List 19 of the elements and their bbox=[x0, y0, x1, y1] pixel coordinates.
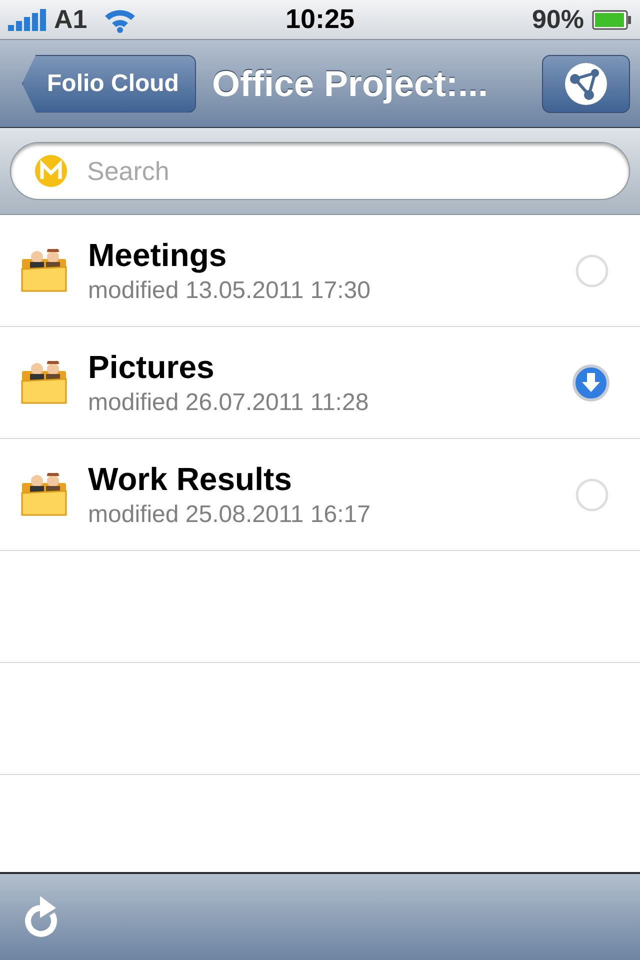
download-icon[interactable] bbox=[572, 364, 610, 402]
network-icon bbox=[563, 60, 609, 106]
share-button[interactable] bbox=[542, 54, 630, 112]
modified-date: modified 25.08.2011 16:17 bbox=[88, 500, 370, 530]
folder-name: Pictures bbox=[88, 348, 216, 386]
folder-name: Work Results bbox=[88, 460, 293, 498]
folder-icon bbox=[20, 472, 68, 516]
back-button[interactable]: Folio Cloud bbox=[22, 54, 196, 112]
battery-percent: 90% bbox=[532, 3, 584, 36]
search-field[interactable]: Search bbox=[10, 142, 630, 200]
folder-icon bbox=[20, 248, 68, 292]
time-label: 10:25 bbox=[285, 3, 355, 36]
screen-title: Office Project:... bbox=[212, 62, 488, 106]
battery-icon bbox=[592, 10, 632, 30]
modified-date: modified 26.07.2011 11:28 bbox=[88, 388, 369, 418]
modified-date: modified 13.05.2011 17:30 bbox=[88, 276, 370, 306]
carrier-label: A1 bbox=[54, 3, 88, 36]
folder-icon bbox=[20, 360, 68, 404]
folder-name: Meetings bbox=[88, 236, 228, 274]
